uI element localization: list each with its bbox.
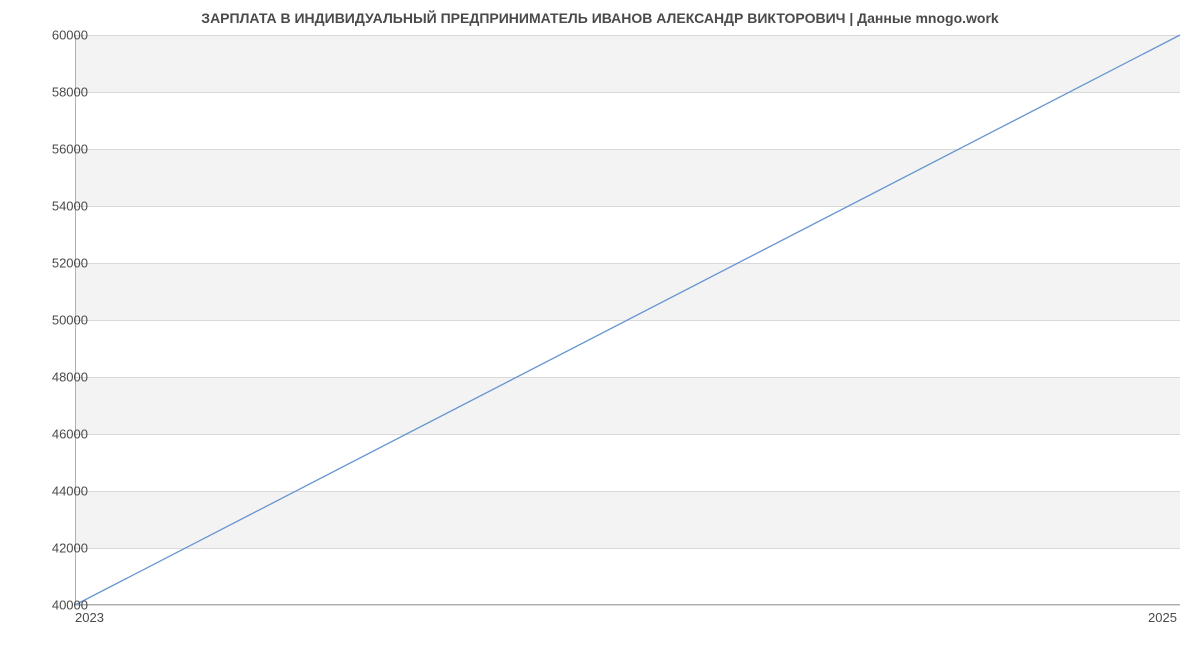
- y-tick-label: 58000: [28, 85, 88, 100]
- line-layer: [75, 35, 1180, 605]
- x-tick-label: 2025: [1148, 610, 1177, 625]
- plot-area: [75, 35, 1180, 605]
- y-tick-label: 52000: [28, 256, 88, 271]
- y-tick-label: 60000: [28, 28, 88, 43]
- y-tick-label: 56000: [28, 142, 88, 157]
- y-tick-label: 50000: [28, 313, 88, 328]
- data-line: [75, 35, 1180, 605]
- y-gridline: [75, 605, 1180, 606]
- x-tick-label: 2023: [75, 610, 104, 625]
- chart-title: ЗАРПЛАТА В ИНДИВИДУАЛЬНЫЙ ПРЕДПРИНИМАТЕЛ…: [0, 10, 1200, 26]
- y-tick-label: 46000: [28, 427, 88, 442]
- y-tick-label: 48000: [28, 370, 88, 385]
- y-tick-label: 42000: [28, 541, 88, 556]
- y-tick-label: 54000: [28, 199, 88, 214]
- y-tick-label: 44000: [28, 484, 88, 499]
